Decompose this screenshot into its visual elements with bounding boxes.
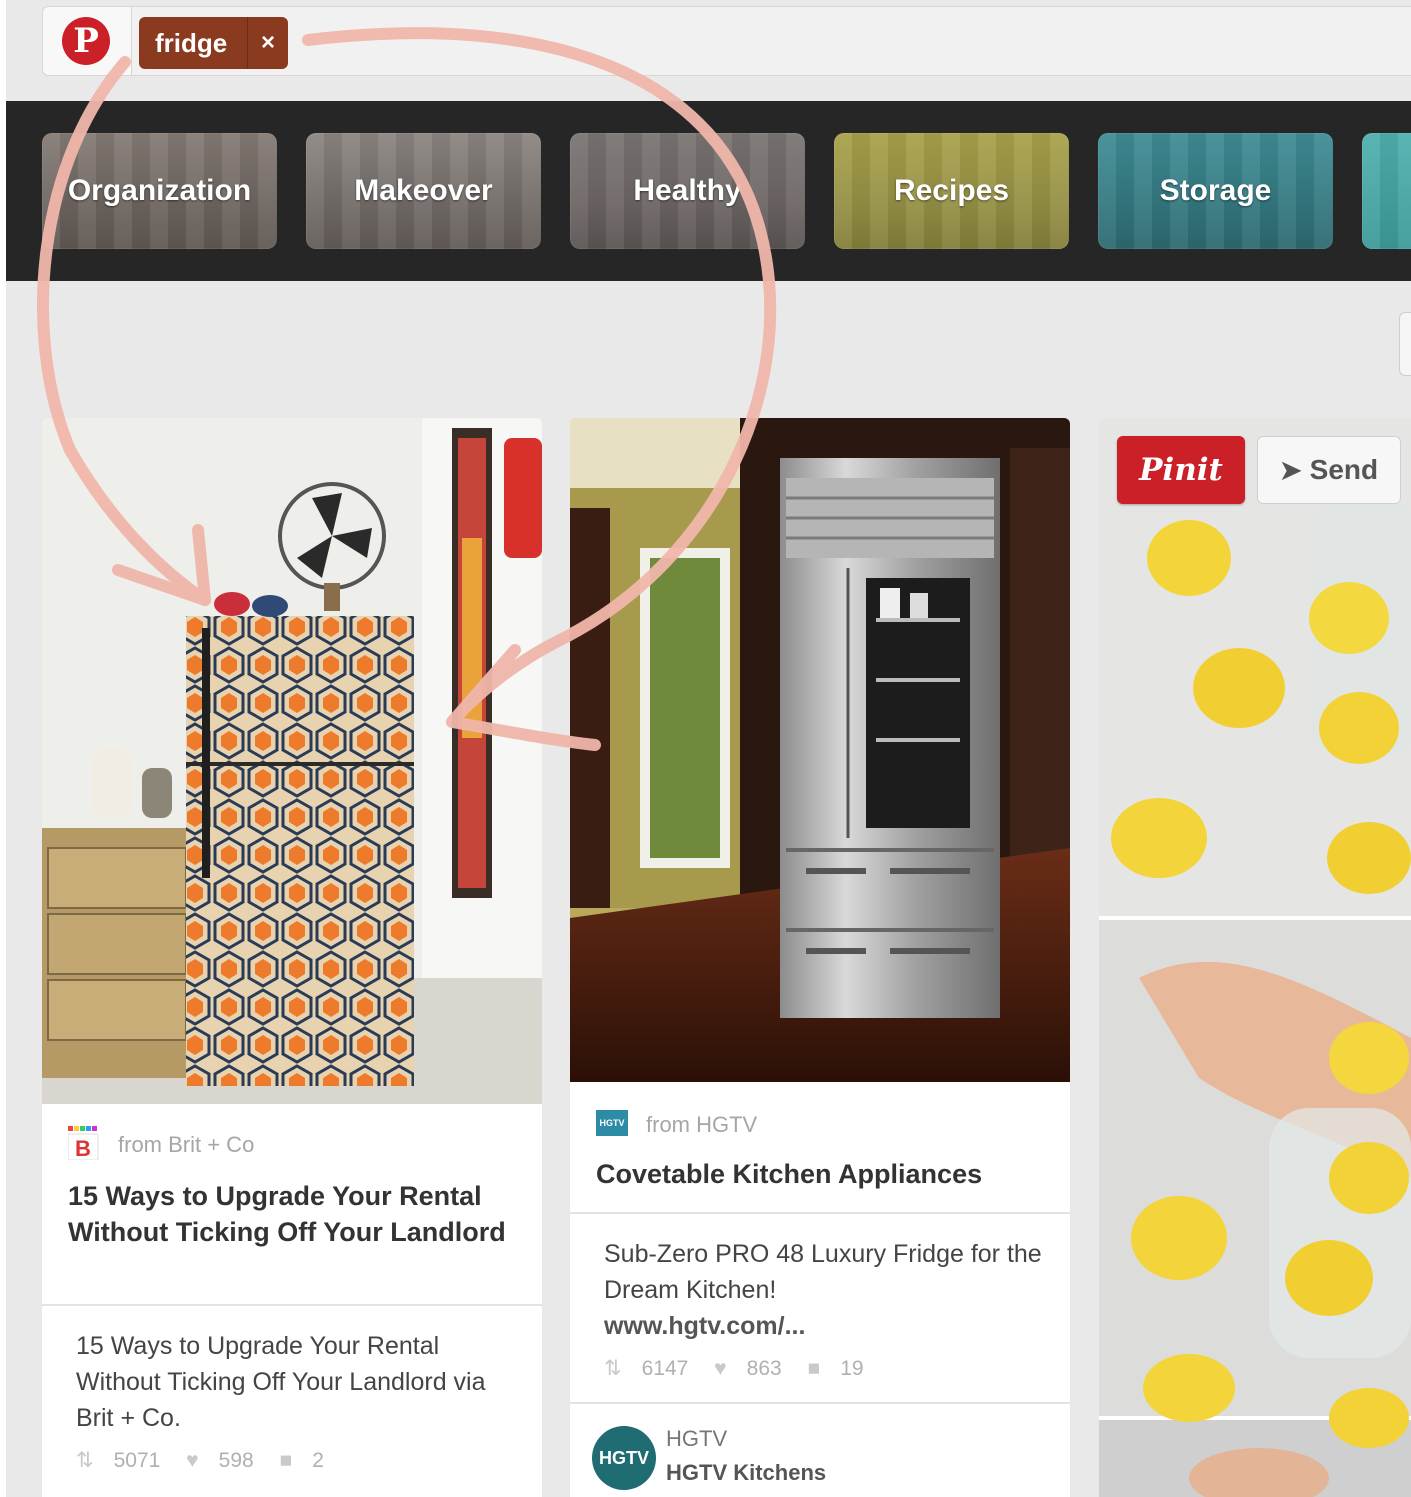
pin-source-row[interactable]: B from Brit + Co	[42, 1120, 542, 1166]
category-recipes[interactable]: Recipes	[834, 133, 1069, 249]
guided-search-bar: Organization Makeover Healthy Recipes St…	[6, 101, 1411, 281]
pin-image[interactable]	[570, 418, 1070, 1082]
category-healthy[interactable]: Healthy	[570, 133, 805, 249]
source-icon-letter: HGTV	[599, 1118, 625, 1128]
search-bar[interactable]: P fridge ×	[42, 6, 1411, 76]
divider	[570, 1212, 1070, 1214]
divider	[42, 1304, 542, 1306]
pin-link[interactable]: www.hgtv.com/...	[604, 1308, 1044, 1344]
category-label: Organization	[67, 174, 252, 207]
pinterest-logo-button[interactable]: P	[43, 7, 132, 75]
send-button[interactable]: ➤ Send	[1257, 436, 1401, 504]
search-token-label: fridge	[155, 28, 228, 58]
pin-card[interactable]: HGTV from HGTV Covetable Kitchen Applian…	[570, 418, 1070, 1497]
category-organization[interactable]: Organization	[42, 133, 277, 249]
pin-title[interactable]: Covetable Kitchen Appliances	[596, 1156, 1056, 1192]
pin-title[interactable]: 15 Ways to Upgrade Your Rental Without T…	[68, 1178, 528, 1250]
speech-bubble-icon: ■	[279, 1449, 293, 1472]
comment-count: 19	[840, 1357, 864, 1380]
token-divider	[247, 17, 248, 69]
pin-source[interactable]: from Brit + Co	[118, 1132, 254, 1158]
repin-count: 5071	[113, 1449, 161, 1472]
pin-card[interactable]: Pinit ➤ Send	[1099, 418, 1411, 1497]
category-storage[interactable]: Storage	[1098, 133, 1333, 249]
pin-description: 15 Ways to Upgrade Your Rental Without T…	[76, 1332, 486, 1432]
like-count: 598	[218, 1449, 254, 1472]
category-next-partial[interactable]	[1362, 133, 1411, 249]
board-name[interactable]: HGTV Kitchens	[666, 1460, 826, 1486]
avatar[interactable]: HGTV	[592, 1426, 656, 1490]
speech-bubble-icon: ■	[807, 1357, 821, 1380]
pin-source-row[interactable]: HGTV from HGTV	[570, 1106, 1070, 1152]
repin-icon: ⇅	[76, 1449, 94, 1472]
heart-icon: ♥	[714, 1357, 727, 1380]
filter-tab-partial[interactable]	[1399, 312, 1411, 376]
hgtv-source-icon: HGTV	[596, 1110, 628, 1136]
pin-it-button[interactable]: Pinit	[1117, 436, 1245, 504]
like-count: 863	[746, 1357, 782, 1380]
pin-card[interactable]: B from Brit + Co 15 Ways to Upgrade Your…	[42, 418, 542, 1497]
pin-stats: ⇅ 5071 ♥ 598 ■ 2	[76, 1448, 344, 1473]
category-label: Recipes	[893, 174, 1010, 207]
search-token[interactable]: fridge ×	[139, 17, 288, 69]
repin-icon: ⇅	[604, 1357, 622, 1380]
paper-plane-icon: ➤	[1279, 455, 1302, 485]
category-label: Healthy	[633, 174, 742, 207]
pin-description: Sub-Zero PRO 48 Luxury Fridge for the Dr…	[604, 1240, 1042, 1304]
kitchen-fridge-photo	[570, 418, 1070, 1082]
pin-image[interactable]	[1099, 418, 1411, 1497]
repin-count: 6147	[641, 1357, 689, 1380]
remove-token-icon[interactable]: ×	[249, 17, 287, 69]
divider	[570, 1402, 1070, 1404]
pinner-name[interactable]: HGTV	[666, 1426, 727, 1452]
brit-co-icon: B	[67, 1126, 102, 1161]
pinterest-logo-icon: P	[62, 17, 110, 65]
send-label: Send	[1309, 454, 1379, 485]
lemons-photo	[1099, 418, 1411, 1497]
pin-image[interactable]	[42, 418, 542, 1104]
pin-source[interactable]: from HGTV	[646, 1112, 757, 1138]
heart-icon: ♥	[186, 1449, 199, 1472]
category-label: Makeover	[354, 174, 493, 207]
category-label: Storage	[1159, 174, 1272, 207]
category-makeover[interactable]: Makeover	[306, 133, 541, 249]
source-icon-letter: B	[75, 1136, 91, 1160]
fridge-photo	[42, 418, 542, 1104]
comment-count: 2	[312, 1449, 324, 1472]
pin-stats: ⇅ 6147 ♥ 863 ■ 19	[604, 1356, 884, 1381]
